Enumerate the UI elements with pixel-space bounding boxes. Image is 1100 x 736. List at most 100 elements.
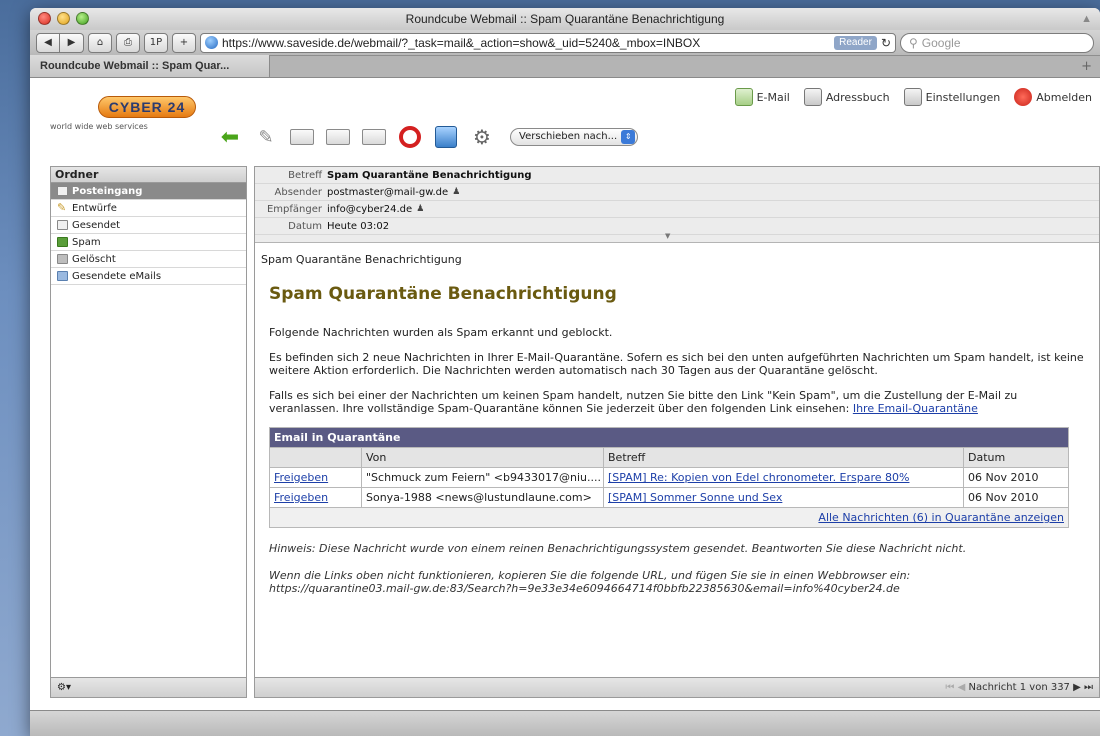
folder-options-gear-icon[interactable]: ⚙▾ [57, 682, 71, 693]
note-hinweis: Hinweis: Diese Nachricht wurde von einem… [269, 542, 967, 555]
settings-icon [903, 88, 922, 106]
1password-button[interactable]: 1P [144, 32, 168, 53]
col-betreff: Betreff [603, 447, 964, 468]
paragraph-1: Folgende Nachrichten wurden als Spam erk… [269, 326, 613, 339]
quarantine-link[interactable]: Ihre Email-Quarantäne [853, 402, 978, 415]
release-cell: Freigeben [269, 467, 362, 488]
logout-icon [1014, 88, 1033, 106]
home-button[interactable]: ⌂ [88, 32, 112, 53]
paragraph-3: Falls es sich bei einer der Nachrichten … [269, 389, 1085, 415]
forward-icon[interactable] [360, 124, 388, 150]
search-field[interactable]: ⚲ Google [900, 32, 1094, 53]
folder-label: Posteingang [72, 185, 143, 197]
folder-geloescht[interactable]: Gelöscht [51, 251, 246, 268]
header-date-row: Datum Heute 03:02 [255, 218, 1099, 235]
forward-button[interactable]: ▶ [60, 32, 84, 53]
tab-bar: Roundcube Webmail :: Spam Quar... + [30, 55, 1100, 78]
from-value[interactable]: postmaster@mail-gw.de [327, 187, 448, 198]
previous-message-icon[interactable]: ◀ [958, 682, 966, 693]
nav-settings-label: Einstellungen [925, 90, 1001, 104]
select-arrows-icon: ⇕ [621, 130, 636, 144]
header-to-row: Empfänger info@cyber24.de ♟ [255, 201, 1099, 218]
date-cell: 06 Nov 2010 [963, 467, 1069, 488]
new-tab-icon[interactable]: + [1081, 59, 1092, 74]
mark-spam-icon[interactable] [432, 124, 460, 150]
message-headers: Betreff Spam Quarantäne Benachrichtigung… [255, 167, 1099, 243]
from-cell: Sonya-1988 <news@lustundlaune.com> [361, 487, 604, 508]
mail-icon [734, 88, 753, 106]
lock-icon: ▲ [1081, 13, 1092, 25]
folder-label: Gelöscht [72, 253, 116, 265]
top-navigation: E-Mail Adressbuch Einstellungen Abmelden [734, 88, 1092, 106]
release-link[interactable]: Freigeben [274, 471, 328, 484]
first-message-icon[interactable]: ⏮ [945, 682, 954, 693]
print-button[interactable]: ⎙ [116, 32, 140, 53]
tab-roundcube[interactable]: Roundcube Webmail :: Spam Quar... [30, 55, 270, 77]
quarantine-table-title: Email in Quarantäne [269, 427, 1069, 448]
zoom-window-button[interactable] [76, 12, 89, 25]
folder-gesendet[interactable]: Gesendet [51, 217, 246, 234]
table-row: Freigeben "Schmuck zum Feiern" <b9433017… [269, 467, 1069, 488]
folder-entwuerfe[interactable]: ✎ Entwürfe [51, 200, 246, 217]
message-body: Spam Quarantäne Benachrichtigung Spam Qu… [255, 243, 1099, 605]
quarantine-table: Email in Quarantäne Von Betreff Datum Fr… [269, 427, 1069, 528]
folder-gesendete-emails[interactable]: Gesendete eMails [51, 268, 246, 285]
add-contact-icon[interactable]: ♟ [416, 204, 424, 214]
back-button[interactable]: ◀ [36, 32, 60, 53]
add-bookmark-button[interactable]: + [172, 32, 196, 53]
reader-button[interactable]: Reader [834, 35, 877, 50]
nav-buttons: ◀ ▶ [36, 32, 84, 53]
subject-link[interactable]: [SPAM] Re: Kopien von Edel chronometer. … [608, 471, 909, 484]
subject-key: Betreff [288, 169, 322, 181]
site-icon [205, 36, 218, 49]
inbox-icon [57, 186, 68, 196]
move-to-select[interactable]: Verschieben nach... ⇕ [510, 128, 639, 146]
search-placeholder: Google [921, 35, 961, 50]
nav-settings[interactable]: Einstellungen [903, 88, 1001, 106]
nav-email-label: E-Mail [756, 90, 790, 104]
table-header-row: Von Betreff Datum [269, 447, 1069, 468]
reply-all-icon[interactable] [324, 124, 352, 150]
expand-headers-icon[interactable]: ▼ [665, 232, 670, 240]
last-message-icon[interactable]: ⏭ [1084, 682, 1093, 693]
trash-icon [57, 254, 68, 264]
show-all-link[interactable]: Alle Nachrichten (6) in Quarantäne anzei… [818, 511, 1064, 524]
add-contact-icon[interactable]: ♟ [452, 187, 460, 197]
header-subject-row: Betreff Spam Quarantäne Benachrichtigung [255, 167, 1099, 184]
to-value[interactable]: info@cyber24.de [327, 204, 412, 215]
folder-spam[interactable]: Spam [51, 234, 246, 251]
next-message-icon[interactable]: ▶ [1073, 682, 1081, 693]
from-key: Absender [274, 186, 323, 198]
cyber24-logo[interactable]: CYBER 24 [98, 96, 196, 118]
reload-icon[interactable]: ↻ [881, 36, 891, 50]
subject-cell: [SPAM] Re: Kopien von Edel chronometer. … [603, 467, 964, 488]
sent-icon [57, 220, 68, 230]
release-link[interactable]: Freigeben [274, 491, 328, 504]
message-footer: ⏮ ◀ Nachricht 1 von 337 ▶ ⏭ [255, 677, 1099, 697]
compose-icon[interactable]: ✎ [252, 124, 280, 150]
show-all-row: Alle Nachrichten (6) in Quarantäne anzei… [269, 507, 1069, 528]
folder-icon [57, 271, 68, 281]
minimize-window-button[interactable] [57, 12, 70, 25]
col-datum: Datum [963, 447, 1069, 468]
address-bar[interactable]: https://www.saveside.de/webmail/?_task=m… [200, 32, 896, 53]
paragraph-2: Es befinden sich 2 neue Nachrichten in I… [269, 351, 1084, 377]
folder-posteingang[interactable]: Posteingang [51, 183, 246, 200]
nav-logout[interactable]: Abmelden [1014, 88, 1092, 106]
nav-addressbook[interactable]: Adressbuch [803, 88, 890, 106]
more-actions-icon[interactable]: ⚙ [468, 124, 496, 150]
folder-label: Spam [72, 236, 101, 248]
back-to-list-icon[interactable]: ⬅ [216, 124, 244, 150]
folder-label: Gesendet [72, 219, 121, 231]
folder-label: Entwürfe [72, 202, 117, 214]
close-window-button[interactable] [38, 12, 51, 25]
tagline: world wide web services [50, 122, 148, 131]
url-text: https://www.saveside.de/webmail/?_task=m… [222, 35, 701, 50]
note-url: https://quarantine03.mail-gw.de:83/Searc… [269, 582, 900, 595]
mail-toolbar: ⬅ ✎ ⚙ Verschieben nach... ⇕ [216, 124, 639, 150]
show-all-cell: Alle Nachrichten (6) in Quarantäne anzei… [269, 507, 1069, 528]
subject-link[interactable]: [SPAM] Sommer Sonne und Sex [608, 491, 782, 504]
reply-icon[interactable] [288, 124, 316, 150]
delete-icon[interactable] [396, 124, 424, 150]
nav-email[interactable]: E-Mail [734, 88, 790, 106]
